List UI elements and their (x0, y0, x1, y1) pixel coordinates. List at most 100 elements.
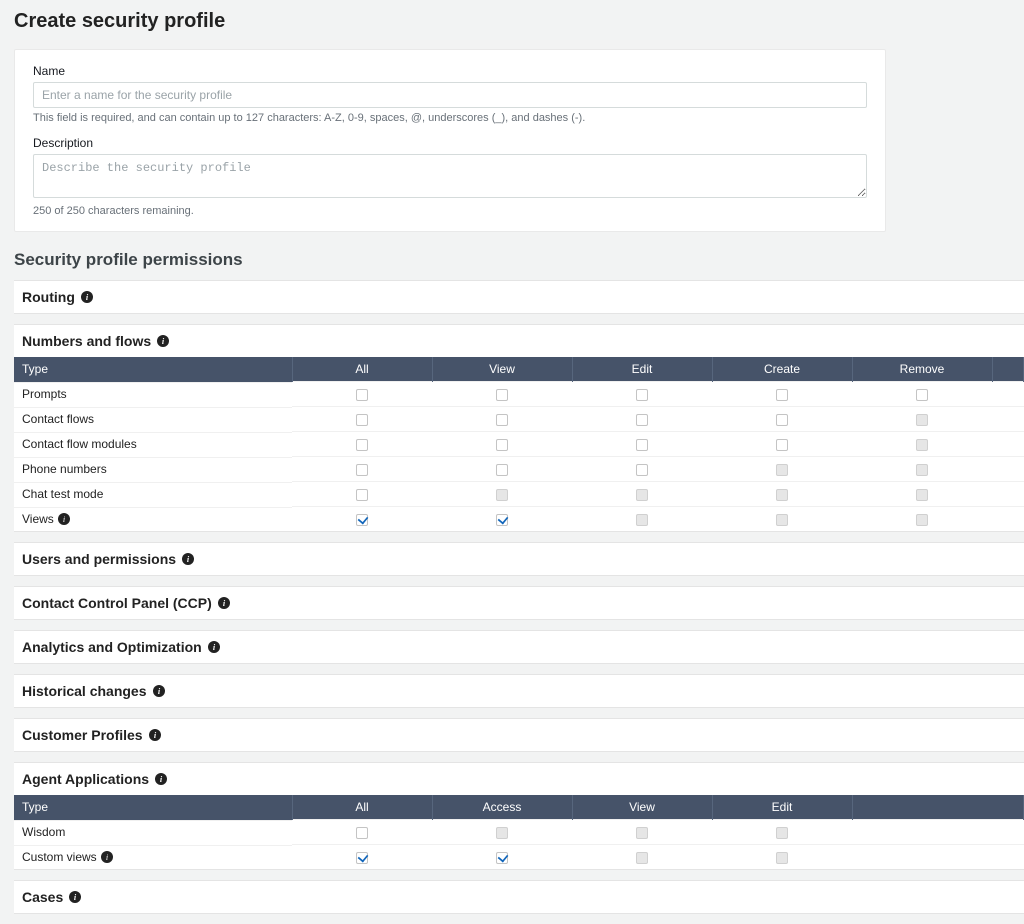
group-header-cases[interactable]: Cases i (14, 881, 1024, 913)
table-row: Prompts (14, 382, 1024, 407)
group-label: Customer Profiles (22, 727, 143, 743)
info-icon[interactable]: i (149, 729, 161, 741)
group-ccp: Contact Control Panel (CCP) i (14, 586, 1024, 620)
permission-checkbox[interactable] (776, 414, 788, 426)
table-row: Contact flows (14, 407, 1024, 432)
name-label: Name (33, 64, 867, 78)
empty-cell (992, 482, 1024, 507)
permission-checkbox[interactable] (496, 439, 508, 451)
checkbox-cell (572, 482, 712, 507)
group-label: Numbers and flows (22, 333, 151, 349)
permission-checkbox[interactable] (356, 439, 368, 451)
info-icon[interactable]: i (101, 851, 113, 863)
group-numbers-flows: Numbers and flows i TypeAllViewEditCreat… (14, 324, 1024, 532)
group-label: Cases (22, 889, 63, 905)
checkbox-cell (292, 482, 432, 507)
row-label: Viewsi (14, 507, 292, 531)
permission-checkbox[interactable] (356, 852, 368, 864)
permission-checkbox[interactable] (356, 389, 368, 401)
checkbox-cell (432, 820, 572, 845)
group-header-customer-profiles[interactable]: Customer Profiles i (14, 719, 1024, 751)
permission-checkbox[interactable] (496, 464, 508, 476)
row-label: Phone numbers (14, 457, 292, 481)
description-input[interactable] (33, 154, 867, 198)
checkbox-cell (572, 820, 712, 845)
row-label: Custom viewsi (14, 845, 292, 869)
group-header-numbers-flows[interactable]: Numbers and flows i (14, 325, 1024, 357)
permission-checkbox[interactable] (496, 852, 508, 864)
basic-info-card: Name This field is required, and can con… (14, 49, 886, 232)
empty-cell (992, 507, 1024, 532)
info-icon[interactable]: i (81, 291, 93, 303)
info-icon[interactable]: i (182, 553, 194, 565)
description-help: 250 of 250 characters remaining. (33, 205, 867, 217)
group-header-historical[interactable]: Historical changes i (14, 675, 1024, 707)
info-icon[interactable]: i (208, 641, 220, 653)
checkbox-cell (292, 382, 432, 407)
checkbox-cell (432, 432, 572, 457)
permission-checkbox[interactable] (496, 389, 508, 401)
permission-checkbox[interactable] (636, 414, 648, 426)
permission-checkbox (776, 514, 788, 526)
name-input[interactable] (33, 82, 867, 108)
checkbox-cell (572, 382, 712, 407)
column-header (992, 357, 1024, 382)
permission-checkbox[interactable] (636, 389, 648, 401)
group-header-analytics[interactable]: Analytics and Optimization i (14, 631, 1024, 663)
agent-apps-table: TypeAllAccessViewEdit WisdomCustom views… (14, 795, 1024, 869)
permission-checkbox[interactable] (356, 414, 368, 426)
table-row: Wisdom (14, 820, 1024, 845)
empty-cell (992, 432, 1024, 457)
checkbox-cell (712, 507, 852, 532)
column-header: All (292, 795, 432, 820)
permission-checkbox[interactable] (356, 827, 368, 839)
checkbox-cell (852, 482, 992, 507)
permission-checkbox[interactable] (496, 514, 508, 526)
group-header-ccp[interactable]: Contact Control Panel (CCP) i (14, 587, 1024, 619)
empty-cell (852, 845, 1024, 870)
checkbox-cell (292, 845, 432, 870)
numbers-flows-table: TypeAllViewEditCreateRemove PromptsConta… (14, 357, 1024, 531)
permission-checkbox[interactable] (636, 464, 648, 476)
permission-checkbox[interactable] (636, 439, 648, 451)
group-routing: Routing i (14, 280, 1024, 314)
checkbox-cell (432, 507, 572, 532)
checkbox-cell (712, 407, 852, 432)
group-users-permissions: Users and permissions i (14, 542, 1024, 576)
info-icon[interactable]: i (218, 597, 230, 609)
permission-checkbox[interactable] (916, 389, 928, 401)
checkbox-cell (572, 507, 712, 532)
empty-cell (992, 407, 1024, 432)
column-header: Edit (712, 795, 852, 820)
table-row: Contact flow modules (14, 432, 1024, 457)
table-row: Viewsi (14, 507, 1024, 532)
info-icon[interactable]: i (58, 513, 70, 525)
info-icon[interactable]: i (155, 773, 167, 785)
permission-checkbox[interactable] (776, 389, 788, 401)
permission-checkbox (496, 489, 508, 501)
group-header-users-permissions[interactable]: Users and permissions i (14, 543, 1024, 575)
group-label: Contact Control Panel (CCP) (22, 595, 212, 611)
checkbox-cell (712, 432, 852, 457)
permission-checkbox[interactable] (356, 464, 368, 476)
checkbox-cell (712, 482, 852, 507)
permission-checkbox[interactable] (496, 414, 508, 426)
permission-checkbox[interactable] (776, 439, 788, 451)
checkbox-cell (852, 432, 992, 457)
column-header (852, 795, 1024, 820)
permission-checkbox[interactable] (356, 514, 368, 526)
checkbox-cell (712, 382, 852, 407)
info-icon[interactable]: i (69, 891, 81, 903)
info-icon[interactable]: i (153, 685, 165, 697)
column-header: Access (432, 795, 572, 820)
permission-checkbox[interactable] (356, 489, 368, 501)
checkbox-cell (292, 820, 432, 845)
permission-checkbox (636, 489, 648, 501)
group-header-routing[interactable]: Routing i (14, 281, 1024, 313)
group-header-agent-apps[interactable]: Agent Applications i (14, 763, 1024, 795)
permission-checkbox (776, 464, 788, 476)
row-label: Contact flows (14, 407, 292, 431)
column-header: Type (14, 357, 292, 382)
info-icon[interactable]: i (157, 335, 169, 347)
permissions-title: Security profile permissions (14, 250, 1024, 270)
